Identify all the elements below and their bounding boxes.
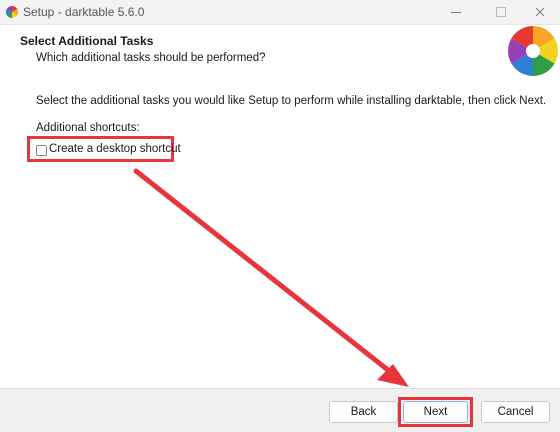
annotation-arrow [133, 168, 409, 387]
button-bar [0, 389, 560, 432]
cancel-button[interactable]: Cancel [481, 401, 550, 423]
back-button[interactable]: Back [329, 401, 398, 423]
next-button[interactable]: Next [403, 401, 468, 423]
